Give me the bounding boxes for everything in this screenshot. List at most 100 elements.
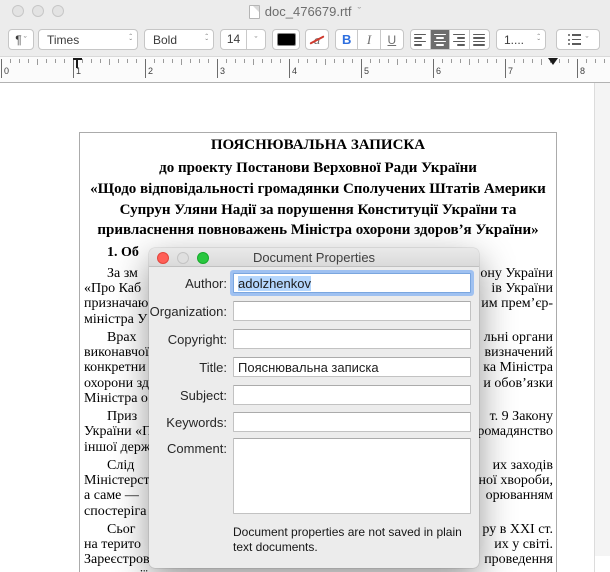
chevron-down-icon[interactable]: ˇ [247, 35, 265, 45]
font-style-value: Bold [153, 33, 177, 47]
author-field[interactable]: adolzhenkov [233, 273, 471, 293]
color-swatch-black [277, 33, 296, 46]
line-left-fragment: Слід [84, 458, 134, 473]
stepper-icon: ˆˇ [129, 35, 132, 45]
ruler-tick [424, 59, 425, 63]
title-label: Title: [149, 360, 227, 375]
ruler[interactable]: 012345678 [0, 56, 610, 83]
line-right-fragment: льні органи [484, 330, 553, 345]
ruler-inch-label: 7 [508, 66, 513, 76]
author-label: Author: [149, 276, 227, 291]
copyright-field[interactable] [233, 329, 471, 349]
line-right-fragment: визначений [484, 345, 553, 360]
ruler-tick [343, 59, 344, 63]
right-indent-marker[interactable] [548, 58, 558, 65]
ruler-inch-label: 0 [4, 66, 9, 76]
font-size-combo[interactable]: 14 ˇ [220, 29, 266, 50]
copyright-label: Copyright: [149, 332, 227, 347]
left-indent-marker[interactable] [73, 58, 82, 68]
format-toolbar: ¶ ˇ Times ˆˇ Bold ˆˇ 14 ˇ a B I U [0, 22, 610, 56]
ruler-tick [496, 59, 497, 63]
background-color-well[interactable]: a [305, 29, 329, 50]
ruler-tick [37, 59, 38, 65]
textedit-window: doc_476679.rtf ˇ ¶ ˇ Times ˆˇ Bold ˆˇ 14… [0, 0, 610, 572]
align-right-icon [453, 34, 465, 46]
ruler-tick [181, 59, 182, 65]
bold-button[interactable]: B [336, 30, 358, 49]
ruler-inch-label: 3 [220, 66, 225, 76]
alignment-group [410, 29, 490, 50]
line-left-fragment: іншої держ [84, 440, 151, 455]
section-heading: 1. Об [107, 245, 139, 261]
list-style-select[interactable]: ˇ [556, 29, 600, 50]
line-right-fragment: ону України [480, 266, 553, 281]
line-spacing-select[interactable]: 1.... ˆˇ [496, 29, 546, 50]
line-right-fragment: орюванням [486, 488, 553, 503]
align-justify-button[interactable] [470, 30, 489, 49]
window-title-area: doc_476679.rtf ˇ [0, 3, 610, 20]
ruler-tick [19, 59, 20, 63]
paragraph-style-button[interactable]: ¶ ˇ [8, 29, 34, 50]
ruler-tick [442, 59, 443, 63]
ruler-tick [244, 59, 245, 63]
ruler-tick [226, 59, 227, 63]
ruler-tick [334, 59, 335, 63]
comment-field[interactable] [233, 438, 471, 514]
align-left-button[interactable] [411, 30, 431, 49]
title-chevron-down-icon[interactable]: ˇ [358, 6, 362, 18]
ruler-tick [415, 59, 416, 63]
align-center-button[interactable] [431, 30, 451, 49]
align-right-button[interactable] [450, 30, 470, 49]
stepper-icon: ˆˇ [205, 35, 208, 45]
line-left-fragment: вакцинації [84, 568, 147, 572]
ruler-tick [541, 59, 542, 65]
organization-field[interactable] [233, 301, 471, 321]
document-line: вакцинації [84, 568, 553, 572]
italic-button[interactable]: I [358, 30, 380, 49]
keywords-field[interactable] [233, 412, 471, 432]
ruler-tick [190, 59, 191, 63]
ruler-tick [460, 59, 461, 63]
line-left-fragment: конкретни [84, 360, 146, 375]
line-left-fragment: охорони зд [84, 376, 149, 391]
subject-field[interactable] [233, 385, 471, 405]
ruler-tick [559, 59, 560, 63]
line-left-fragment: виконавчої [84, 345, 149, 360]
ruler-tick [379, 59, 380, 63]
line-right-fragment: им прем’єр- [481, 296, 553, 311]
ruler-tick [82, 59, 83, 63]
stepper-icon: ˆˇ [537, 35, 540, 45]
line-left-fragment: призначаю [84, 296, 148, 311]
line-left-fragment: Зареєстров [84, 552, 150, 567]
ruler-tick [55, 59, 56, 63]
document-subtitle-line: привласнення повноважень Міністра охорон… [79, 222, 557, 243]
font-size-value[interactable]: 14 [221, 30, 247, 49]
dialog-titlebar[interactable]: Document Properties [149, 248, 479, 267]
ruler-tick [577, 59, 578, 78]
font-style-select[interactable]: Bold ˆˇ [144, 29, 214, 50]
ruler-tick [388, 59, 389, 63]
window-title: doc_476679.rtf [265, 4, 352, 19]
text-color-well[interactable] [272, 29, 300, 50]
title-field[interactable]: Пояснювальна записка [233, 357, 471, 377]
line-left-fragment: Приз [84, 409, 137, 424]
line-left-fragment: «Про Каб [84, 281, 141, 296]
line-right-fragment: ної хвороби, [478, 473, 553, 488]
line-right-fragment: и обов’язки [483, 376, 553, 391]
font-family-select[interactable]: Times ˆˇ [38, 29, 138, 50]
align-center-icon [434, 34, 446, 46]
line-spacing-value: 1.... [504, 33, 524, 47]
chevron-down-icon: ˇ [24, 35, 27, 45]
line-left-fragment: За зм [84, 266, 138, 281]
selected-text: adolzhenkov [238, 276, 311, 291]
ruler-tick [1, 59, 2, 78]
ruler-tick [361, 59, 362, 78]
window-titlebar[interactable]: doc_476679.rtf ˇ [0, 0, 610, 22]
ruler-tick [289, 59, 290, 78]
ruler-tick [271, 59, 272, 63]
dialog-note: Document properties are not saved in pla… [233, 525, 479, 555]
scrollbar-track[interactable] [594, 83, 610, 572]
ruler-tick [208, 59, 209, 63]
underline-button[interactable]: U [381, 30, 403, 49]
ruler-tick [172, 59, 173, 63]
